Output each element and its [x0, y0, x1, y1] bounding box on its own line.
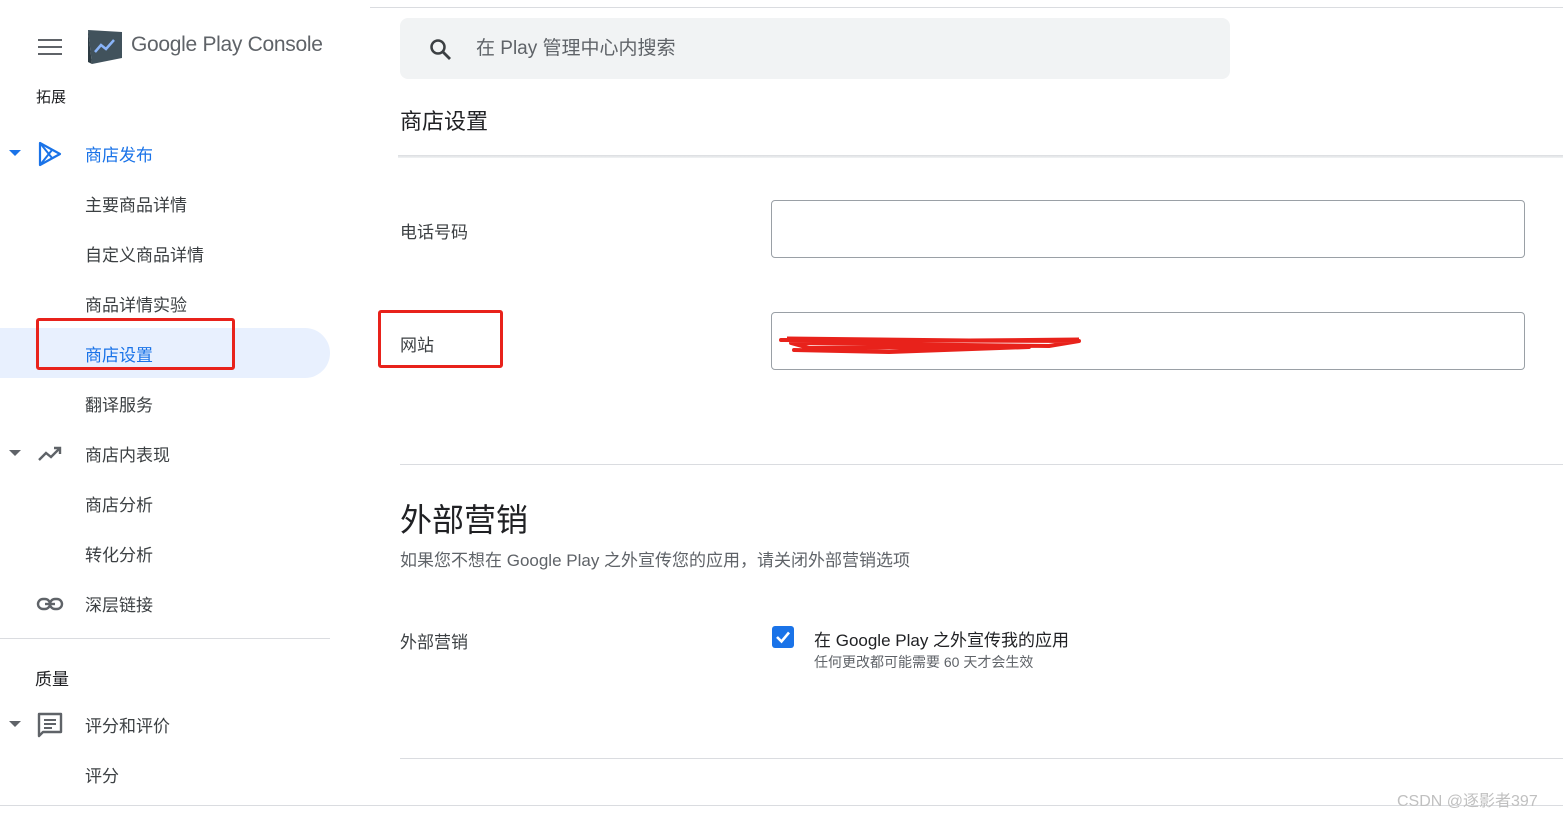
- top-border: [370, 0, 1563, 8]
- sidebar-item-label: 转化分析: [85, 545, 153, 565]
- section-label-expand: 拓展: [36, 89, 67, 106]
- external-marketing-checkbox[interactable]: [772, 626, 794, 648]
- sidebar-item-label: 评分: [85, 766, 119, 786]
- search-icon: [430, 39, 451, 60]
- phone-field[interactable]: [771, 200, 1525, 258]
- external-marketing-label: 外部营销: [400, 633, 468, 652]
- checkbox-hint: 任何更改都可能需要 60 天才会生效: [814, 654, 1034, 670]
- sidebar-nav: 商店发布 主要商品详情 自定义商品详情 商品详情实验 商店设置 翻译服务 商店内…: [0, 128, 330, 799]
- sidebar-item-label: 商店内表现: [85, 445, 170, 465]
- sidebar-item-label: 商店分析: [85, 495, 153, 515]
- sidebar-item-store-presence[interactable]: 商店发布: [0, 128, 330, 178]
- phone-label: 电话号码: [400, 223, 468, 242]
- section-divider: [400, 758, 1563, 759]
- reviews-icon: [37, 712, 63, 738]
- sidebar-item-ratings[interactable]: 评分: [0, 749, 330, 799]
- annotation-box-store-settings: [36, 318, 235, 370]
- sidebar-item-custom-listing[interactable]: 自定义商品详情: [0, 228, 330, 278]
- link-icon: [36, 597, 64, 611]
- menu-icon[interactable]: [38, 39, 62, 57]
- sidebar-item-label: 评分和评价: [85, 716, 170, 736]
- caret-down-icon[interactable]: [9, 150, 21, 156]
- sidebar-item-store-performance[interactable]: 商店内表现: [0, 428, 330, 478]
- sidebar-item-label: 深层链接: [85, 595, 153, 615]
- external-marketing-title: 外部营销: [400, 502, 529, 538]
- external-marketing-description: 如果您不想在 Google Play 之外宣传您的应用，请关闭外部营销选项: [400, 551, 911, 570]
- play-console-logo-icon: [88, 30, 122, 64]
- watermark: CSDN @逐影者397: [1397, 793, 1538, 810]
- sidebar-item-label: 商品详情实验: [85, 295, 187, 315]
- sidebar-item-ratings-reviews[interactable]: 评分和评价: [0, 699, 330, 749]
- sidebar-item-deep-links[interactable]: 深层链接: [0, 578, 330, 628]
- header-divider: [398, 155, 1563, 158]
- play-store-icon: [38, 141, 62, 167]
- redaction-scribble: [779, 336, 1081, 354]
- sidebar-item-store-analysis[interactable]: 商店分析: [0, 478, 330, 528]
- trending-up-icon: [38, 446, 62, 461]
- check-icon: [776, 631, 790, 644]
- checkbox-label[interactable]: 在 Google Play 之外宣传我的应用: [814, 626, 1069, 651]
- sidebar-divider: [0, 638, 330, 639]
- sidebar-item-label: 商店发布: [85, 145, 153, 165]
- section-divider: [400, 464, 1563, 465]
- sidebar-item-translation[interactable]: 翻译服务: [0, 378, 330, 428]
- sidebar-group-title: 质量: [35, 670, 69, 689]
- caret-down-icon[interactable]: [9, 450, 21, 456]
- bottom-border: [0, 805, 1563, 806]
- search-bar[interactable]: [400, 18, 1230, 79]
- page-title: 商店设置: [400, 109, 489, 134]
- sidebar-item-label: 主要商品详情: [85, 195, 187, 215]
- sidebar-item-label: 翻译服务: [85, 395, 153, 415]
- annotation-box-website: [378, 310, 503, 368]
- sidebar-group-quality: 质量: [0, 651, 330, 699]
- sidebar-item-main-listing[interactable]: 主要商品详情: [0, 178, 330, 228]
- search-input[interactable]: [476, 32, 1176, 66]
- app-title: Google Play Console: [131, 33, 323, 56]
- sidebar-item-conversion-analysis[interactable]: 转化分析: [0, 528, 330, 578]
- sidebar-item-label: 自定义商品详情: [85, 245, 204, 265]
- caret-down-icon[interactable]: [9, 721, 21, 727]
